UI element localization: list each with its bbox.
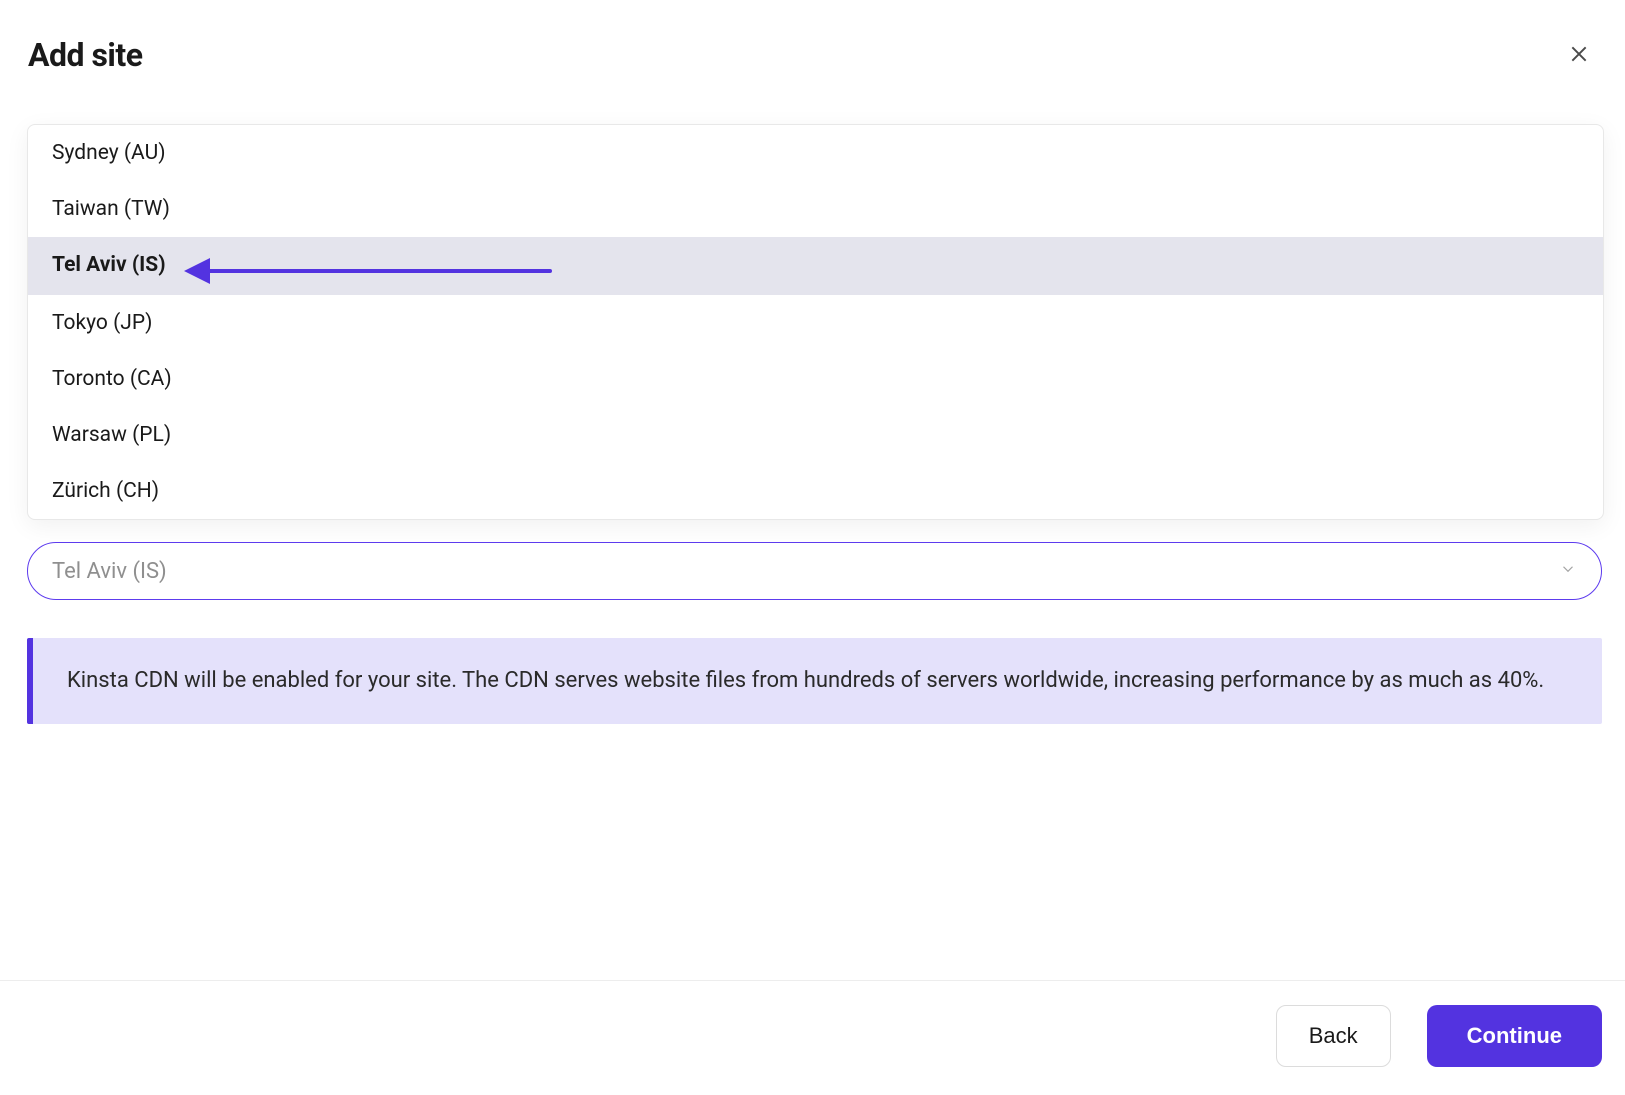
- cdn-info-text: Kinsta CDN will be enabled for your site…: [67, 664, 1568, 698]
- dropdown-item[interactable]: Tokyo (JP): [28, 295, 1603, 351]
- page-title: Add site: [28, 36, 143, 74]
- location-dropdown[interactable]: Sydney (AU) Taiwan (TW) Tel Aviv (IS) Tokyo…: [27, 124, 1604, 520]
- close-icon: [1569, 44, 1589, 67]
- dropdown-item-label: Taiwan (TW): [52, 197, 170, 221]
- dropdown-item-label: Warsaw (PL): [52, 423, 171, 447]
- select-value: Tel Aviv (IS): [52, 559, 167, 584]
- dropdown-item-label: Sydney (AU): [52, 141, 166, 165]
- dropdown-item[interactable]: Sydney (AU): [28, 125, 1603, 181]
- dropdown-item[interactable]: Toronto (CA): [28, 351, 1603, 407]
- location-select[interactable]: Tel Aviv (IS): [27, 542, 1602, 600]
- footer: Back Continue: [0, 980, 1625, 1095]
- close-button[interactable]: [1561, 37, 1597, 73]
- back-button[interactable]: Back: [1276, 1005, 1391, 1067]
- dropdown-item[interactable]: Taiwan (TW): [28, 181, 1603, 237]
- dropdown-item-label: Zürich (CH): [52, 479, 159, 503]
- dropdown-item-label: Toronto (CA): [52, 367, 172, 391]
- cdn-info-banner: Kinsta CDN will be enabled for your site…: [27, 638, 1602, 724]
- dropdown-item[interactable]: Tel Aviv (IS): [28, 237, 1603, 293]
- dropdown-item[interactable]: Zürich (CH): [28, 463, 1603, 519]
- dropdown-item-label: Tel Aviv (IS): [52, 253, 166, 277]
- continue-button[interactable]: Continue: [1427, 1005, 1602, 1067]
- chevron-down-icon: [1559, 560, 1577, 582]
- dropdown-item[interactable]: Warsaw (PL): [28, 407, 1603, 463]
- dropdown-item-label: Tokyo (JP): [52, 311, 152, 335]
